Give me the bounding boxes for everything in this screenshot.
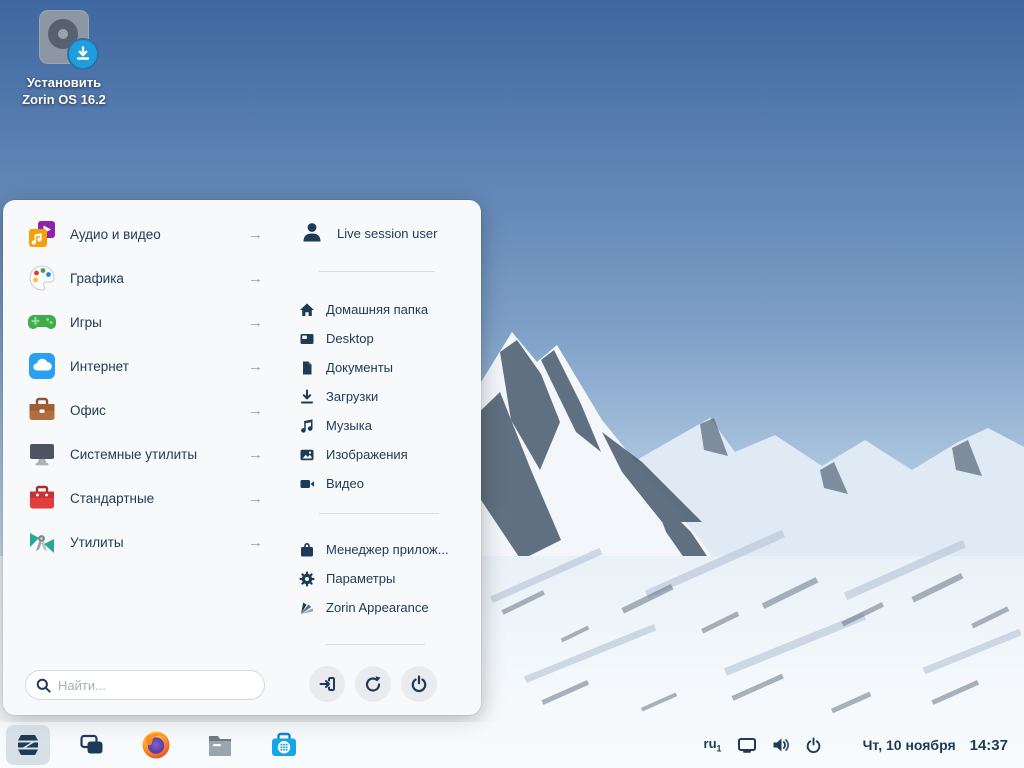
volume-icon[interactable] <box>772 737 790 753</box>
category-graphics[interactable]: Графика → <box>23 256 267 300</box>
files-launcher[interactable] <box>198 725 242 765</box>
video-icon <box>299 476 315 492</box>
zorin-appearance-icon <box>299 600 315 616</box>
keyboard-layout-indicator[interactable]: ru1 <box>704 736 722 754</box>
clock-time: 14:37 <box>970 737 1008 754</box>
install-disk-icon <box>37 8 91 66</box>
clock-date: Чт, 10 ноября <box>863 737 956 753</box>
firefox-icon <box>141 730 171 760</box>
divider <box>319 513 439 514</box>
software-store-launcher[interactable] <box>262 725 306 765</box>
internet-icon <box>27 351 57 381</box>
accessories-icon <box>27 483 57 513</box>
category-accessories[interactable]: Стандартные → <box>23 476 267 520</box>
place-pictures[interactable]: Изображения <box>299 440 428 469</box>
menu-item-settings[interactable]: Параметры <box>299 564 449 593</box>
menu-item-zorin-appearance[interactable]: Zorin Appearance <box>299 593 449 622</box>
image-icon <box>299 447 315 463</box>
user-avatar-icon <box>299 220 325 246</box>
desktop-icon <box>299 331 315 347</box>
place-downloads[interactable]: Загрузки <box>299 382 428 411</box>
places-list: Домашняя папка Desktop Документы Загрузк… <box>299 295 428 498</box>
music-icon <box>299 418 315 434</box>
install-zorin-desktop-icon[interactable]: Установить Zorin OS 16.2 <box>8 8 120 108</box>
menu-item-software-manager[interactable]: Менеджер прилож... <box>299 535 449 564</box>
chevron-right-icon: → <box>248 270 263 287</box>
category-system-tools[interactable]: Системные утилиты → <box>23 432 267 476</box>
search-input[interactable] <box>58 678 254 693</box>
download-icon <box>299 389 315 405</box>
category-utilities[interactable]: Утилиты → <box>23 520 267 564</box>
chevron-right-icon: → <box>248 314 263 331</box>
zorin-menu-button[interactable] <box>6 725 50 765</box>
category-label: Офис <box>70 403 235 418</box>
office-icon <box>27 395 57 425</box>
place-documents[interactable]: Документы <box>299 353 428 382</box>
restart-button[interactable] <box>355 666 391 702</box>
category-label: Аудио и видео <box>70 227 235 242</box>
chevron-right-icon: → <box>248 490 263 507</box>
search-box <box>25 670 265 700</box>
software-store-icon <box>269 731 299 759</box>
divider <box>325 644 425 645</box>
category-list: Аудио и видео → Графика → <box>23 212 267 564</box>
zorin-logo-icon <box>13 731 43 759</box>
power-menu-icon[interactable] <box>805 737 822 754</box>
place-videos[interactable]: Видео <box>299 469 428 498</box>
category-games[interactable]: Игры → <box>23 300 267 344</box>
app-menu-panel: Аудио и видео → Графика → <box>3 200 481 715</box>
place-home[interactable]: Домашняя папка <box>299 295 428 324</box>
home-icon <box>299 302 315 318</box>
document-icon <box>299 360 315 376</box>
category-label: Интернет <box>70 359 235 374</box>
user-name: Live session user <box>337 226 437 241</box>
power-icon <box>410 675 428 693</box>
logout-button[interactable] <box>309 666 345 702</box>
chevron-right-icon: → <box>248 534 263 551</box>
category-label: Стандартные <box>70 491 235 506</box>
category-office[interactable]: Офис → <box>23 388 267 432</box>
category-label: Игры <box>70 315 235 330</box>
category-label: Утилиты <box>70 535 235 550</box>
chevron-right-icon: → <box>248 226 263 243</box>
system-tools-icon <box>27 439 57 469</box>
logout-icon <box>318 675 336 693</box>
apps-list: Менеджер прилож... Параметры Zorin Appea… <box>299 535 449 622</box>
download-badge-icon <box>67 38 99 70</box>
taskbar-launchers <box>0 725 306 765</box>
search-icon <box>36 678 51 693</box>
category-audio-video[interactable]: Аудио и видео → <box>23 212 267 256</box>
chevron-right-icon: → <box>248 446 263 463</box>
desktop: Установить Zorin OS 16.2 Аудио и видео → <box>0 0 1024 768</box>
window-switcher-icon <box>79 733 105 757</box>
display-settings-icon[interactable] <box>737 736 757 754</box>
chevron-right-icon: → <box>248 402 263 419</box>
install-icon-label: Установить Zorin OS 16.2 <box>8 74 120 108</box>
category-label: Графика <box>70 271 235 286</box>
audio-video-icon <box>27 219 57 249</box>
graphics-icon <box>27 263 57 293</box>
user-profile[interactable]: Live session user <box>299 220 437 246</box>
clock[interactable]: Чт, 10 ноября 14:37 <box>863 737 1008 754</box>
divider <box>319 271 435 272</box>
games-icon <box>27 307 57 337</box>
category-internet[interactable]: Интернет → <box>23 344 267 388</box>
files-folder-icon <box>206 732 234 758</box>
settings-gear-icon <box>299 571 315 587</box>
window-switcher-button[interactable] <box>70 725 114 765</box>
restart-icon <box>364 675 382 693</box>
power-button[interactable] <box>401 666 437 702</box>
chevron-right-icon: → <box>248 358 263 375</box>
firefox-launcher[interactable] <box>134 725 178 765</box>
software-manager-icon <box>299 542 315 558</box>
taskbar-tray: ru1 Чт, 10 ноября 14:37 <box>704 736 1024 754</box>
category-label: Системные утилиты <box>70 447 235 462</box>
place-music[interactable]: Музыка <box>299 411 428 440</box>
place-desktop[interactable]: Desktop <box>299 324 428 353</box>
taskbar: ru1 Чт, 10 ноября 14:37 <box>0 722 1024 768</box>
utilities-icon <box>27 527 57 557</box>
